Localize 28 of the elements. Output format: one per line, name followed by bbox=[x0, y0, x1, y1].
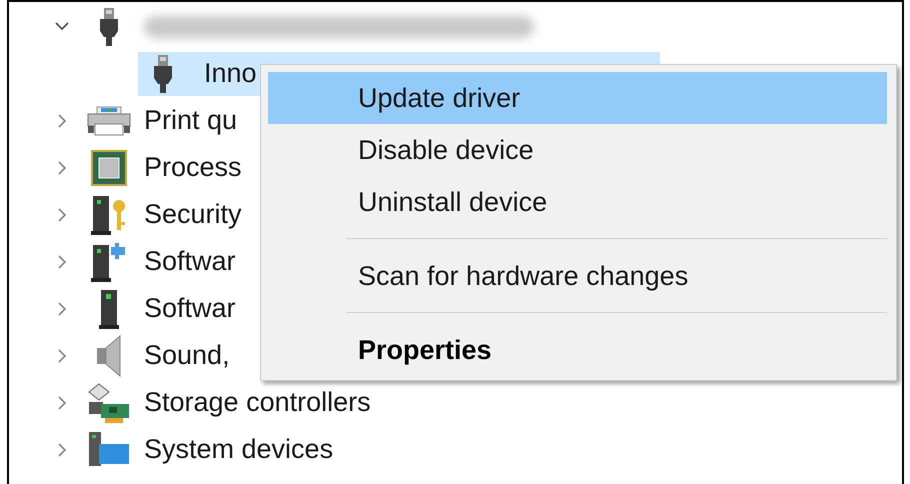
tree-item[interactable]: Storage controllers bbox=[142, 382, 373, 423]
tree-item[interactable]: Process bbox=[142, 147, 244, 188]
chevron-right-icon[interactable] bbox=[58, 254, 66, 268]
chevron-right-icon[interactable] bbox=[58, 160, 66, 174]
tree-item[interactable]: Softwar bbox=[142, 241, 238, 282]
menu-item[interactable]: Uninstall device bbox=[268, 176, 887, 228]
chevron-down-icon[interactable] bbox=[55, 22, 69, 31]
menu-item[interactable]: Scan for hardware changes bbox=[268, 250, 887, 302]
plug-icon bbox=[98, 6, 120, 46]
tree-item[interactable]: Print qu bbox=[142, 100, 240, 141]
tree-item[interactable]: System devices bbox=[142, 429, 336, 470]
chevron-right-icon[interactable] bbox=[58, 114, 66, 128]
storage-card-icon bbox=[87, 382, 131, 424]
menu-item[interactable]: Properties bbox=[268, 324, 887, 376]
speaker-icon bbox=[95, 334, 123, 378]
chevron-right-icon[interactable] bbox=[58, 396, 66, 410]
chip-icon bbox=[90, 148, 128, 186]
menu-item[interactable]: Disable device bbox=[268, 124, 887, 176]
plug-icon bbox=[152, 54, 174, 94]
printer-icon bbox=[87, 106, 131, 136]
tree-item[interactable]: Sound, bbox=[142, 335, 232, 376]
menu-item[interactable]: Update driver bbox=[268, 72, 887, 124]
tree-item[interactable]: Security bbox=[142, 194, 244, 235]
chevron-right-icon[interactable] bbox=[58, 302, 66, 316]
chevron-right-icon[interactable] bbox=[58, 348, 66, 362]
tree-item[interactable]: Softwar bbox=[142, 288, 238, 329]
chevron-right-icon[interactable] bbox=[58, 442, 66, 456]
chevron-right-icon[interactable] bbox=[58, 208, 66, 222]
